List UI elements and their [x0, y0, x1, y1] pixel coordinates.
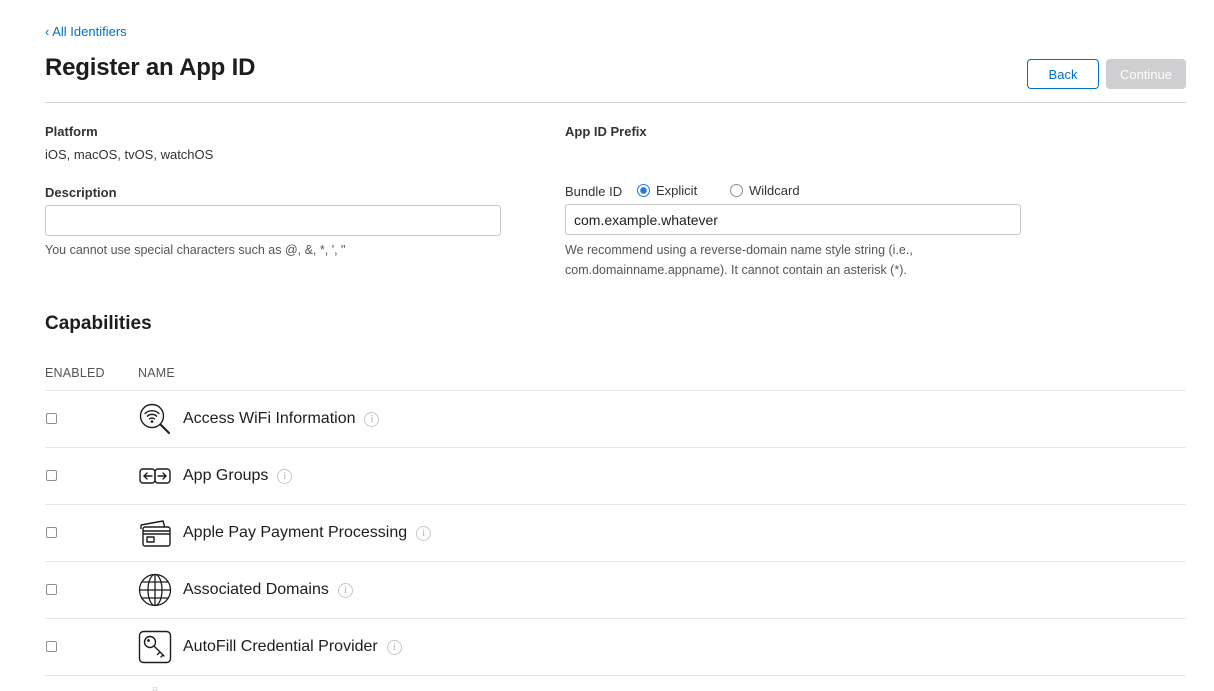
info-icon[interactable]: i [337, 583, 353, 598]
bundle-id-input[interactable] [565, 204, 1021, 235]
description-label: Description [45, 185, 117, 200]
bundle-id-explicit-option[interactable]: Explicit [637, 183, 697, 198]
explicit-radio-label: Explicit [656, 183, 698, 198]
bundle-id-wildcard-option[interactable]: Wildcard [730, 183, 800, 198]
page-title: Register an App ID [45, 54, 256, 81]
wildcard-radio-label: Wildcard [749, 183, 800, 198]
platform-value: iOS, macOS, tvOS, watchOS [45, 147, 214, 162]
bundle-id-helper-line-2: com.domainname.appname). It cannot conta… [565, 263, 907, 277]
all-identifiers-back-link[interactable]: ‹ All Identifiers [45, 24, 127, 39]
capability-name: Access WiFi Information i [183, 410, 380, 428]
capability-row-autofill: AutoFill Credential Provider i [45, 618, 1186, 675]
info-icon[interactable]: i [364, 412, 380, 427]
back-button[interactable]: Back [1027, 59, 1099, 89]
capability-row-associated-domains: Associated Domains i [45, 561, 1186, 618]
key-icon [138, 630, 172, 664]
next-capability-icon [153, 687, 157, 691]
description-input[interactable] [45, 205, 501, 236]
capability-name: App Groups i [183, 467, 293, 485]
wifi-search-icon [139, 403, 170, 434]
bundle-id-label: Bundle ID [565, 184, 623, 199]
capability-checkbox[interactable] [46, 527, 57, 538]
capability-row-access-wifi: Access WiFi Information i [45, 390, 1186, 447]
header-divider [45, 102, 1186, 103]
info-icon[interactable]: i [386, 640, 402, 655]
app-id-prefix-label: App ID Prefix [565, 124, 647, 139]
capabilities-title: Capabilities [45, 313, 152, 334]
capability-checkbox[interactable] [46, 584, 57, 595]
capability-checkbox[interactable] [46, 413, 57, 424]
capability-checkbox[interactable] [46, 470, 57, 481]
capability-row-apple-pay: Apple Pay Payment Processing i [45, 504, 1186, 561]
wildcard-radio[interactable] [730, 184, 743, 197]
capability-row-next [45, 675, 1186, 691]
credit-card-icon [140, 520, 171, 547]
description-helper: You cannot use special characters such a… [45, 243, 346, 257]
explicit-radio[interactable] [637, 184, 650, 197]
info-icon[interactable]: i [277, 469, 293, 484]
capability-name: Associated Domains i [183, 581, 353, 599]
globe-icon [138, 573, 172, 607]
capability-row-app-groups: App Groups i [45, 447, 1186, 504]
bundle-id-helper-line-1: We recommend using a reverse-domain name… [565, 243, 913, 257]
name-column-header: NAME [138, 366, 175, 380]
capability-checkbox[interactable] [46, 641, 57, 652]
platform-label: Platform [45, 124, 98, 139]
enabled-column-header: ENABLED [45, 366, 105, 380]
app-groups-icon [139, 468, 171, 484]
continue-button[interactable]: Continue [1106, 59, 1186, 89]
info-icon[interactable]: i [416, 526, 432, 541]
capability-name: AutoFill Credential Provider i [183, 638, 402, 656]
capability-name: Apple Pay Payment Processing i [183, 524, 432, 542]
